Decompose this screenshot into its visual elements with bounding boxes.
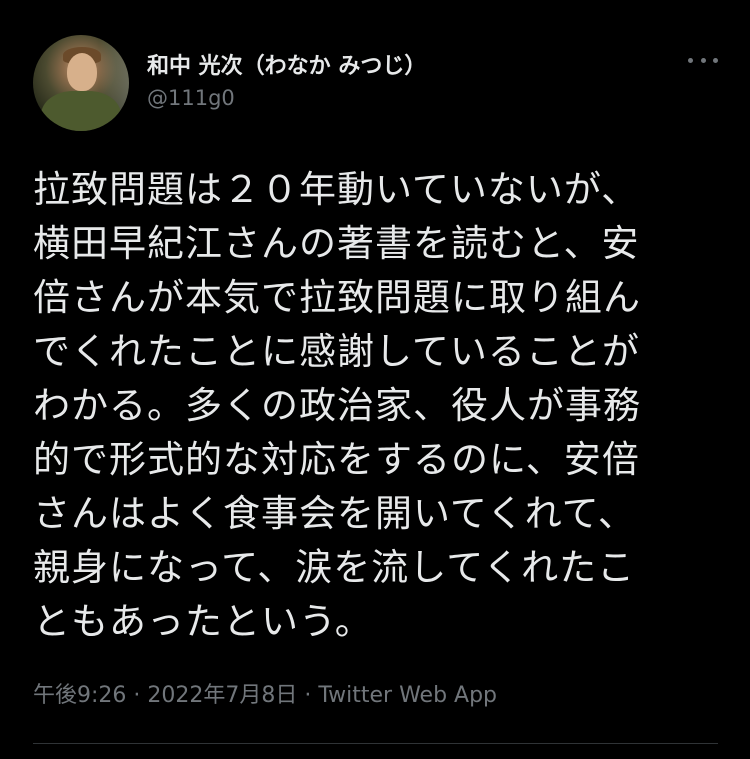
tweet-text-line: 拉致問題は２０年動いていないが、: [33, 168, 640, 211]
tweet-timestamp-source[interactable]: 午後9:26 · 2022年7月8日 · Twitter Web App: [33, 677, 497, 709]
avatar-face: [67, 53, 97, 91]
tweet-text-line: 的で形式的な対応をするのに、安倍: [33, 438, 640, 481]
tweet-text-line: でくれたことに感謝していることが: [33, 330, 640, 373]
tweet-text-line: わかる。多くの政治家、役人が事務: [33, 384, 641, 427]
tweet-text-line: さんはよく食事会を開いてくれて、: [33, 492, 636, 535]
tweet: 和中 光次（わなか みつじ） @111g0 拉致問題は２０年動いていないが、 横…: [0, 0, 750, 759]
more-dot: [700, 57, 706, 63]
tweet-text: 拉致問題は２０年動いていないが、 横田早紀江さんの著書を読むと、安 倍さんが本気…: [33, 163, 723, 649]
avatar[interactable]: [33, 35, 129, 131]
divider: [33, 743, 718, 744]
more-dot: [713, 57, 718, 63]
tweet-text-line: ともあったという。: [33, 600, 373, 643]
author-display-name[interactable]: 和中 光次（わなか みつじ）: [147, 48, 426, 80]
more-dot: [688, 57, 693, 63]
author-handle[interactable]: @111g0: [147, 86, 235, 110]
tweet-text-line: 親身になって、涙を流してくれたこ: [33, 546, 636, 589]
avatar-uniform: [41, 91, 121, 131]
tweet-text-line: 倍さんが本気で拉致問題に取り組ん: [33, 276, 641, 319]
more-horizontal-icon[interactable]: [688, 50, 718, 70]
tweet-text-line: 横田早紀江さんの著書を読むと、安: [33, 222, 640, 265]
